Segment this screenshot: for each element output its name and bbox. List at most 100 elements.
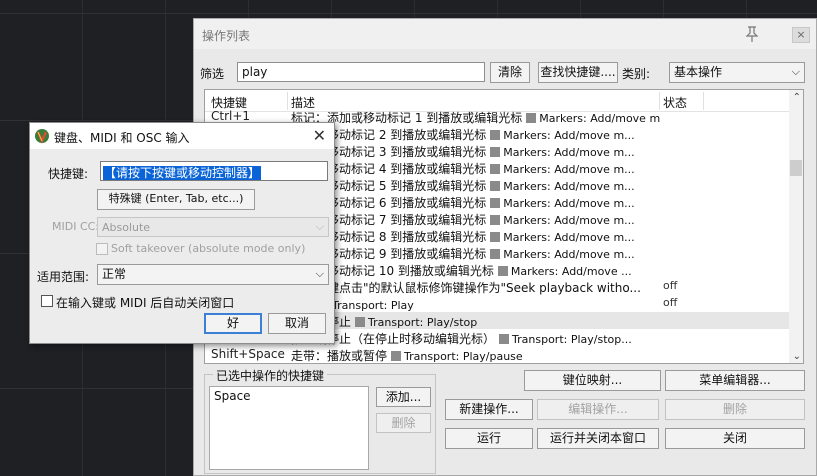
category-value: 基本操作 [674,65,723,79]
row-description: 添加或移动标记 10 到播放或编辑光标 Markers: Add/move ... [291,262,661,279]
run-button[interactable]: 运行 [445,428,533,449]
row-desc-en: Transport: Play/stop [368,316,478,329]
midi-cc-value: Absolute [102,221,151,234]
row-desc-en: Markers: Add/move m... [503,231,635,244]
list-scrollbar[interactable]: ⌃ ⌄ [789,90,803,363]
action-icon [391,351,402,361]
row-state: off [663,279,678,292]
key-input-dialog: 键盘、MIDI 和 OSC 输入 ✕ 快捷键: 【请按下按键或移动控制器】 特殊… [29,122,335,344]
filter-label: 筛选 [200,67,225,81]
find-shortcut-button[interactable]: 查找快捷键.... [538,62,618,83]
edit-action-button[interactable]: 编辑操作... [537,399,659,420]
row-desc-text: 尺 - 左键点击"的默认鼠标修饰键操作为"Seek playback witho… [291,281,641,295]
clear-button[interactable]: 清除 [490,62,530,83]
dialog-title: 键盘、MIDI 和 OSC 输入 [54,131,190,145]
row-desc-en: Markers: Add/move m... [503,163,635,176]
action-icon [490,164,501,174]
category-label: 类别: [622,67,651,81]
shortcut-capture-text: 【请按下按键或移动控制器】 [103,166,262,180]
soft-takeover-label: Soft takeover (absolute mode only) [111,242,306,255]
row-description: 播放或停止Transport: Play/stop [291,313,661,330]
selected-shortcuts-label: 已选中操作的快捷键 [213,367,328,384]
close-button[interactable]: 关闭 [665,428,805,449]
scope-value: 正常 [102,267,127,281]
row-desc-en: Transport: Play/pause [404,350,523,363]
action-icon [490,215,501,225]
row-description: 尺 - 左键点击"的默认鼠标修饰键操作为"Seek playback witho… [291,279,661,296]
action-icon [490,147,501,157]
selected-shortcuts-group: 已选中操作的快捷键 Space 添加... 删除 [204,367,436,474]
row-description: 添加或移动标记 4 到播放或编辑光标 Markers: Add/move m... [291,160,661,177]
delete-action-button[interactable]: 删除 [665,399,805,420]
new-action-button[interactable]: 新建操作... [445,399,533,420]
action-icon [355,317,366,327]
soft-takeover-checkbox[interactable] [96,243,108,255]
chevron-up-icon[interactable]: ⌃ [793,92,801,103]
cancel-button[interactable]: 取消 [268,313,326,334]
row-desc-en: Transport: Play/stop... [512,333,632,346]
ok-button[interactable]: 好 [204,313,262,334]
dialog-titlebar[interactable]: 键盘、MIDI 和 OSC 输入 ✕ [30,123,334,149]
close-icon[interactable]: × [792,27,810,43]
row-state: off [663,296,678,309]
row-desc-en: Markers: Add/move m... [503,248,635,261]
scope-label: 适用范围: [37,270,90,284]
action-icon [490,130,501,140]
scope-select[interactable]: 正常 ⌵ [97,264,329,285]
row-description: 添加或移动标记 3 到播放或编辑光标 Markers: Add/move m... [291,143,661,160]
action-icon [490,198,501,208]
add-shortcut-button[interactable]: 添加... [376,387,431,407]
row-description: 添加或移动标记 7 到播放或编辑光标 Markers: Add/move m... [291,211,661,228]
key-mapping-button[interactable]: 键位映射... [524,370,661,391]
filter-input[interactable]: play [237,62,485,82]
table-row[interactable]: Shift+Space 走带：播放或暂停 Transport: Play/pause [205,346,791,363]
chevron-down-icon: ⌵ [315,220,324,233]
midi-cc-select[interactable]: Absolute ⌵ [97,217,329,237]
row-desc-en: Markers: Add/move ... [510,265,632,278]
row-desc-en: Markers: Add/move m... [503,129,635,142]
chevron-down-icon[interactable]: ⌄ [793,351,801,362]
shortcut-capture-field[interactable]: 【请按下按键或移动控制器】 [100,161,328,181]
row-description: 播放或停止（在停止时移动编辑光标） Transport: Play/stop... [291,330,661,347]
action-icon [490,181,501,191]
row-desc-en: Markers: Add/move m... [503,180,635,193]
actions-window-title: 操作列表 [202,29,251,43]
chevron-down-icon: ⌵ [315,267,324,280]
action-icon [499,334,510,344]
row-description: 标记：添加或移动标记 1 到播放或编辑光标 Markers: Add/move m… [291,109,661,126]
special-key-button[interactable]: 特殊键 (Enter, Tab, etc...) [97,189,255,210]
row-desc-en: Markers: Add/move m... [503,197,635,210]
category-select[interactable]: 基本操作 ⌵ [669,62,805,83]
shortcut-label: 快捷键: [48,167,89,181]
reaper-logo-icon [35,129,49,144]
row-description: 添加或移动标记 5 到播放或编辑光标 Markers: Add/move m... [291,177,661,194]
row-desc-en: Markers: Add/move m... [539,112,661,125]
shortcut-list[interactable]: Space [209,386,369,470]
auto-close-checkbox[interactable] [41,295,53,307]
action-icon [497,266,508,276]
row-description: 走带：播放或暂停 Transport: Play/pause [291,347,661,363]
close-icon[interactable]: ✕ [313,126,326,145]
actions-titlebar[interactable]: 操作列表 × [194,19,816,49]
action-icon [490,232,501,242]
row-desc-en: Markers: Add/move m... [503,214,635,227]
track-divider [0,13,817,14]
scroll-thumb[interactable] [790,160,802,176]
row-shortcut: Ctrl+1 [211,109,251,123]
row-desc-text: 走带：播放或暂停 [291,349,388,363]
row-description: 播放Transport: Play [291,296,661,313]
midi-cc-label: MIDI CC: [52,220,100,233]
row-description: 添加或移动标记 2 到播放或编辑光标 Markers: Add/move m... [291,126,661,143]
menu-editor-button[interactable]: 菜单编辑器... [665,370,805,391]
delete-shortcut-button[interactable]: 删除 [376,413,431,433]
row-desc-en: Markers: Add/move m... [503,146,635,159]
row-description: 添加或移动标记 9 到播放或编辑光标 Markers: Add/move m... [291,245,661,262]
row-description: 添加或移动标记 8 到播放或编辑光标 Markers: Add/move m... [291,228,661,245]
run-close-button[interactable]: 运行并关闭本窗口 [537,428,659,449]
shortcut-item[interactable]: Space [214,389,364,403]
sort-arrow-icon: ^ [467,89,475,97]
row-description: 添加或移动标记 6 到播放或编辑光标 Markers: Add/move m... [291,194,661,211]
auto-close-label: 在输入键或 MIDI 后自动关闭窗口 [56,296,235,310]
pin-icon[interactable] [744,25,760,43]
action-icon [526,113,537,123]
